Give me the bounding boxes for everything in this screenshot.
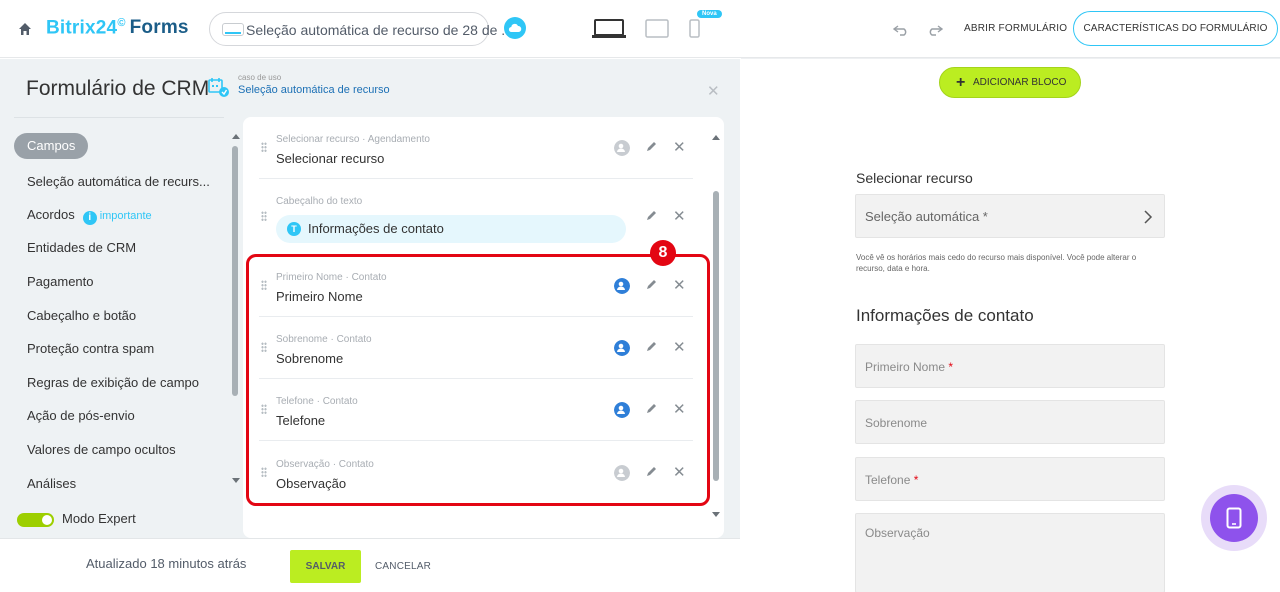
- edit-icon[interactable]: [645, 210, 657, 222]
- laptop-icon[interactable]: [592, 19, 626, 39]
- home-icon[interactable]: [18, 22, 32, 36]
- bitrix24-forms-logo[interactable]: Bitrix24© Forms: [46, 17, 189, 39]
- preview-resource-title: Selecionar recurso: [856, 170, 973, 186]
- sidebar-item-hidden-values[interactable]: Valores de campo ocultos: [27, 442, 176, 457]
- sidebar-item-acordos[interactable]: Acordos i importante: [27, 207, 152, 225]
- preview-field-label: Observação: [865, 526, 930, 540]
- preview-field-label: Telefone: [865, 473, 911, 487]
- preview-top-border: [741, 58, 1280, 59]
- preview-resource-note: Você vê os horários mais cedo do recurso…: [856, 253, 1137, 273]
- scrollbar-thumb[interactable]: [713, 191, 719, 481]
- cloud-save-button[interactable]: [504, 17, 526, 39]
- field-subtitle: Cabeçalho do texto: [276, 196, 363, 207]
- highlight-annotation: [246, 254, 710, 506]
- info-icon: i: [82, 211, 97, 225]
- preview-last-name-field[interactable]: Sobrenome: [855, 400, 1165, 444]
- sidebar-item-display-rules[interactable]: Regras de exibição de campo: [27, 375, 199, 390]
- crm-link-icon[interactable]: [614, 140, 630, 156]
- preview-field-label: Sobrenome: [865, 416, 928, 430]
- redo-icon[interactable]: [925, 24, 943, 36]
- scroll-down-icon[interactable]: [232, 478, 240, 483]
- tablet-icon[interactable]: [645, 19, 669, 39]
- remove-field-icon[interactable]: ✕: [673, 138, 686, 156]
- logo-sup: ©: [117, 17, 126, 29]
- field-item-resource[interactable]: Selecionar recurso · Agendamento Selecio…: [259, 117, 693, 179]
- undo-icon[interactable]: [893, 24, 911, 36]
- divider: [14, 117, 224, 118]
- preview-first-name-field[interactable]: Primeiro Nome *: [855, 344, 1165, 388]
- header-text-chip[interactable]: T Informações de contato: [276, 215, 626, 243]
- required-mark: *: [948, 360, 954, 374]
- sidebar-item-crm-entities[interactable]: Entidades de CRM: [27, 240, 136, 255]
- field-item-header-text[interactable]: Cabeçalho do texto T Informações de cont…: [259, 179, 693, 255]
- panel-title: Formulário de CRM: [26, 77, 210, 100]
- sidebar-item-header-button[interactable]: Cabeçalho e botão: [27, 308, 136, 323]
- usecase-caption: caso de uso: [238, 73, 282, 82]
- form-properties-button[interactable]: CARACTERÍSTICAS DO FORMULÁRIO: [1073, 11, 1278, 46]
- sidebar-item-post-submit[interactable]: Ação de pós-envio: [27, 408, 135, 423]
- field-subtitle: Selecionar recurso · Agendamento: [276, 134, 430, 145]
- expert-mode-toggle[interactable]: [17, 513, 54, 527]
- phone-icon[interactable]: [689, 19, 700, 39]
- sidebar-item-campos[interactable]: Campos: [14, 133, 89, 159]
- last-updated-text: Atualizado 18 minutos atrás: [86, 556, 247, 571]
- sidebar-item-payment[interactable]: Pagamento: [27, 274, 94, 289]
- sidebar-item-auto-resource[interactable]: Seleção automática de recurs...: [27, 174, 210, 189]
- preview-phone-field[interactable]: Telefone *: [855, 457, 1165, 501]
- scrollbar-thumb[interactable]: [232, 146, 238, 396]
- form-title-text: Seleção automática de recurso de 28 de .…: [246, 22, 513, 38]
- sidebar-item-analytics[interactable]: Análises: [27, 476, 76, 491]
- mobile-preview-button[interactable]: [1201, 485, 1267, 551]
- text-type-icon: T: [287, 222, 301, 236]
- field-title: Selecionar recurso: [276, 151, 385, 166]
- panel-footer: Atualizado 18 minutos atrás SALVAR CANCE…: [0, 538, 740, 592]
- sidebar-item-label: Acordos: [27, 207, 75, 222]
- drag-handle-icon[interactable]: [261, 211, 267, 222]
- form-title-field[interactable]: Seleção automática de recurso de 28 de .…: [209, 12, 513, 46]
- scroll-up-icon[interactable]: [232, 134, 240, 139]
- add-block-button[interactable]: + ADICIONAR BLOCO: [939, 67, 1081, 98]
- preview-field-label: Primeiro Nome: [865, 360, 946, 374]
- mobile-preview-inner: [1210, 494, 1258, 542]
- preview-resource-select[interactable]: Seleção automática *: [855, 194, 1165, 238]
- preview-contact-title: Informações de contato: [856, 306, 1034, 325]
- mobile-preview-icon: [1226, 507, 1242, 529]
- logo-forms: Forms: [129, 17, 189, 39]
- drag-handle-icon[interactable]: [261, 142, 267, 153]
- important-label: importante: [99, 210, 152, 222]
- save-button[interactable]: SALVAR: [290, 550, 361, 583]
- chevron-right-icon: [1144, 210, 1153, 224]
- scroll-down-icon[interactable]: [712, 512, 720, 517]
- preview-notes-field[interactable]: Observação: [855, 513, 1165, 592]
- sidebar-item-spam[interactable]: Proteção contra spam: [27, 341, 154, 356]
- expert-mode-label: Modo Expert: [62, 511, 136, 526]
- sidebar-scrollbar[interactable]: [230, 135, 239, 485]
- header-text-label: Informações de contato: [308, 221, 444, 236]
- close-icon[interactable]: ✕: [707, 82, 720, 100]
- cloud-icon: [508, 23, 522, 33]
- plus-icon: +: [956, 74, 966, 91]
- edit-icon[interactable]: [645, 141, 657, 153]
- usecase-link[interactable]: Seleção automática de recurso: [238, 84, 390, 96]
- usecase-icon: [208, 78, 229, 97]
- logo-text: Bitrix24: [46, 17, 118, 39]
- field-list-scrollbar[interactable]: [711, 135, 721, 525]
- remove-field-icon[interactable]: ✕: [673, 207, 686, 225]
- cancel-button[interactable]: CANCELAR: [375, 561, 431, 572]
- toggle-knob: [42, 515, 52, 525]
- scroll-up-icon[interactable]: [712, 135, 720, 140]
- new-badge: Nova: [697, 10, 722, 18]
- required-mark: *: [913, 473, 919, 487]
- open-form-link[interactable]: ABRIR FORMULÁRIO: [964, 23, 1067, 34]
- step-number-badge: 8: [650, 240, 676, 266]
- add-block-label: ADICIONAR BLOCO: [973, 77, 1067, 88]
- form-thumbnail-icon: [222, 23, 244, 36]
- preview-resource-value: Seleção automática *: [865, 209, 988, 224]
- top-bar: Bitrix24© Forms Seleção automática de rec…: [0, 0, 1280, 58]
